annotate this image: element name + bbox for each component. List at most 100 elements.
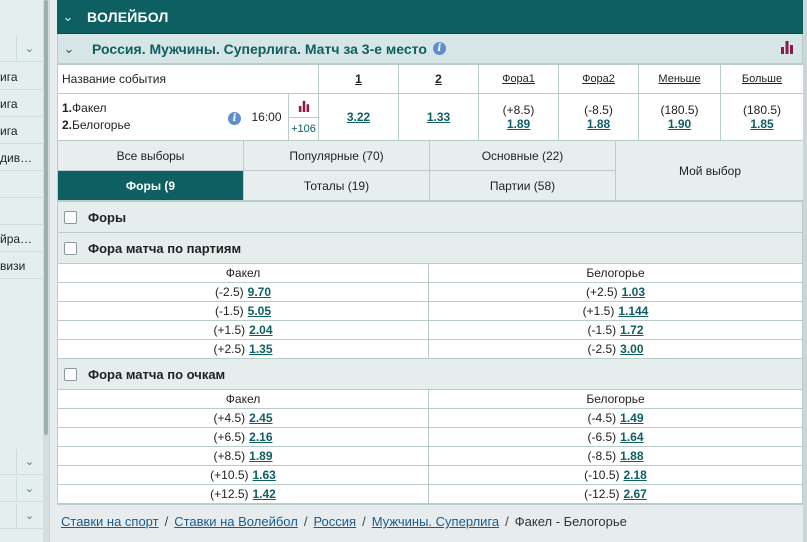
- column-header-fora2[interactable]: Фора2: [558, 64, 639, 94]
- less-cell[interactable]: (180.5) 1.90: [638, 93, 721, 141]
- odd-value[interactable]: 2.45: [249, 411, 272, 425]
- odd-value[interactable]: 3.00: [620, 342, 643, 356]
- odd-value[interactable]: 1.88: [620, 449, 643, 463]
- market-group-header[interactable]: Форы: [58, 202, 802, 233]
- bar-chart-icon[interactable]: [780, 40, 794, 57]
- info-icon[interactable]: i: [432, 42, 446, 55]
- sidebar-item[interactable]: ⌄: [0, 476, 42, 502]
- fora2-cell[interactable]: (-8.5) 1.88: [558, 93, 639, 141]
- odd-value[interactable]: 1.49: [620, 411, 643, 425]
- odds-cell[interactable]: (+8.5) 1.89: [58, 447, 429, 466]
- odd-value[interactable]: 1.42: [253, 487, 276, 501]
- teams-cell[interactable]: 1.Факел 2.Белогорье i: [58, 94, 245, 140]
- page-scrollbar[interactable]: [803, 0, 807, 542]
- odds-cell[interactable]: (-1.5) 5.05: [58, 302, 429, 321]
- odd-value[interactable]: 1.64: [620, 430, 643, 444]
- odds-cell[interactable]: (-8.5) 1.88: [429, 447, 802, 466]
- odds-cell[interactable]: (+4.5) 2.45: [58, 409, 429, 428]
- sidebar-item[interactable]: ига: [0, 91, 42, 117]
- odds-cell[interactable]: (+10.5) 1.63: [58, 466, 429, 485]
- sidebar-item[interactable]: ⌄: [0, 36, 42, 62]
- odds-cell[interactable]: (+2.5) 1.35: [58, 340, 429, 359]
- odd-value[interactable]: 2.67: [623, 487, 646, 501]
- fora2-odd[interactable]: 1.88: [587, 117, 610, 131]
- odds-cell[interactable]: (+1.5) 2.04: [58, 321, 429, 340]
- column-header-fora1[interactable]: Фора1: [478, 64, 559, 94]
- odd-value[interactable]: 1.72: [620, 323, 643, 337]
- fora1-odd[interactable]: 1.89: [507, 117, 530, 131]
- chevron-down-icon[interactable]: ⌄: [57, 9, 79, 25]
- odd-value[interactable]: 2.18: [623, 468, 646, 482]
- odd-1[interactable]: 3.22: [347, 110, 370, 124]
- tab-main[interactable]: Основные (22): [430, 141, 616, 171]
- odd-value[interactable]: 2.04: [249, 323, 272, 337]
- tab-popular[interactable]: Популярные (70): [244, 141, 430, 171]
- sidebar-item[interactable]: [0, 199, 42, 225]
- breadcrumb-link[interactable]: Ставки на спорт: [61, 514, 159, 529]
- sidebar-item[interactable]: [0, 172, 42, 198]
- column-header-more[interactable]: Больше: [720, 64, 804, 94]
- tab-sets[interactable]: Партии (58): [430, 171, 616, 201]
- odd-2-cell[interactable]: 1.33: [398, 93, 479, 141]
- odd-value[interactable]: 1.35: [249, 342, 272, 356]
- odds-cell[interactable]: (-6.5) 1.64: [429, 428, 802, 447]
- odds-cell[interactable]: (-2.5) 9.70: [58, 283, 429, 302]
- tab-all[interactable]: Все выборы: [58, 141, 244, 171]
- odds-cell[interactable]: (+12.5) 1.42: [58, 485, 429, 504]
- column-header-less[interactable]: Меньше: [638, 64, 721, 94]
- chevron-down-icon[interactable]: ⌄: [58, 41, 80, 57]
- column-header-1[interactable]: 1: [318, 64, 399, 94]
- breadcrumb-link[interactable]: Мужчины. Суперлига: [372, 514, 499, 529]
- checkbox[interactable]: [64, 367, 77, 381]
- odds-cell[interactable]: (+6.5) 2.16: [58, 428, 429, 447]
- checkbox[interactable]: [64, 241, 77, 255]
- breadcrumb-link[interactable]: Россия: [313, 514, 356, 529]
- less-odd[interactable]: 1.90: [668, 117, 691, 131]
- odds-cell[interactable]: (+2.5) 1.03: [429, 283, 802, 302]
- odd-value[interactable]: 1.144: [618, 304, 648, 318]
- bar-chart-icon[interactable]: [289, 94, 318, 118]
- sidebar-item[interactable]: ига: [0, 118, 42, 144]
- sidebar-item[interactable]: визи: [0, 253, 42, 279]
- checkbox[interactable]: [64, 210, 77, 224]
- chevron-down-icon[interactable]: ⌄: [16, 36, 42, 61]
- sidebar-item[interactable]: йра…: [0, 226, 42, 252]
- odds-cell[interactable]: (-1.5) 1.72: [429, 321, 802, 340]
- odd-1-cell[interactable]: 3.22: [318, 93, 399, 141]
- odd-value[interactable]: 5.05: [248, 304, 271, 318]
- chevron-down-icon[interactable]: ⌄: [16, 503, 42, 528]
- tab-foras[interactable]: Форы (9: [58, 171, 244, 201]
- chevron-down-icon[interactable]: ⌄: [16, 449, 42, 474]
- odd-value[interactable]: 1.89: [249, 449, 272, 463]
- scrollbar-thumb[interactable]: [44, 0, 48, 435]
- odds-cell[interactable]: (+1.5) 1.144: [429, 302, 802, 321]
- odds-cell[interactable]: (-12.5) 2.67: [429, 485, 802, 504]
- odd-value[interactable]: 2.16: [249, 430, 272, 444]
- sidebar-scrollbar[interactable]: [43, 0, 49, 542]
- sport-header[interactable]: ⌄ ВОЛЕЙБОЛ: [57, 0, 803, 34]
- tab-totals[interactable]: Тоталы (19): [244, 171, 430, 201]
- league-header[interactable]: ⌄ Россия. Мужчины. Суперлига. Матч за 3-…: [57, 34, 803, 64]
- odds-cell[interactable]: (-4.5) 1.49: [429, 409, 802, 428]
- odd-value[interactable]: 9.70: [248, 285, 271, 299]
- info-icon[interactable]: i: [228, 112, 241, 125]
- odd-value[interactable]: 1.03: [622, 285, 645, 299]
- market-group-header[interactable]: Фора матча по очкам: [58, 359, 802, 390]
- sidebar-item[interactable]: ⌄: [0, 449, 42, 475]
- fora1-cell[interactable]: (+8.5) 1.89: [478, 93, 559, 141]
- more-odd[interactable]: 1.85: [750, 117, 773, 131]
- odd-2[interactable]: 1.33: [427, 110, 450, 124]
- sidebar-item[interactable]: див…: [0, 145, 42, 171]
- market-group-header[interactable]: Фора матча по партиям: [58, 233, 802, 264]
- odds-cell[interactable]: (-10.5) 2.18: [429, 466, 802, 485]
- column-header-2[interactable]: 2: [398, 64, 479, 94]
- odds-cell[interactable]: (-2.5) 3.00: [429, 340, 802, 359]
- more-markets-link[interactable]: +106: [289, 118, 318, 140]
- more-cell[interactable]: (180.5) 1.85: [720, 93, 804, 141]
- chevron-down-icon[interactable]: ⌄: [16, 476, 42, 501]
- breadcrumb-link[interactable]: Ставки на Волейбол: [174, 514, 298, 529]
- sidebar-item[interactable]: ига: [0, 64, 42, 90]
- tab-my-choice[interactable]: Мой выбор: [616, 141, 804, 201]
- sidebar-item[interactable]: ⌄: [0, 503, 42, 529]
- odd-value[interactable]: 1.63: [253, 468, 276, 482]
